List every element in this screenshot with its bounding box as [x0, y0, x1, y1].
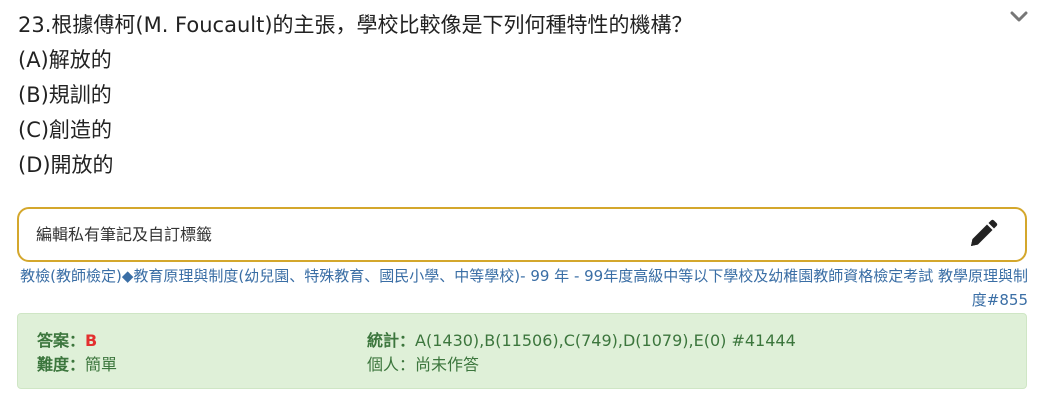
option-c: (C)創造的 — [18, 118, 113, 142]
question-block: 23.根據傅柯(M. Foucault)的主張，學校比較像是下列何種特性的機構？… — [18, 8, 998, 183]
answer-label: 答案： — [37, 331, 86, 350]
question-stem: 23.根據傅柯(M. Foucault)的主張，學校比較像是下列何種特性的機構？ — [18, 13, 693, 37]
option-b: (B)規訓的 — [18, 83, 112, 107]
stats-row: 統計：A(1430),B(11506),C(749),D(1079),E(0) … — [367, 330, 796, 352]
private-note-input[interactable]: 編輯私有筆記及自訂標籤 — [17, 207, 1027, 262]
breadcrumb-exam-title[interactable]: 99年度高級中等以下學校及幼稚園教師資格檢定考試 教學原理與制度#855 — [584, 267, 1028, 309]
answer-panel: 答案：B 難度：簡單 統計：A(1430),B(11506),C(749),D(… — [17, 313, 1027, 389]
breadcrumb-subject[interactable]: 教育原理與制度(幼兒園、特殊教育、國民小學、中等學校) — [133, 267, 520, 285]
answer-row: 答案：B — [37, 330, 97, 352]
note-placeholder: 編輯私有筆記及自訂標籤 — [36, 225, 213, 244]
option-a: (A)解放的 — [18, 48, 112, 72]
personal-row: 個人：尚未作答 — [367, 354, 479, 376]
pencil-icon[interactable] — [965, 218, 999, 252]
personal-label: 個人： — [367, 355, 416, 374]
difficulty-row: 難度：簡單 — [37, 354, 117, 376]
stats-value: A(1430),B(11506),C(749),D(1079),E(0) #41… — [415, 331, 796, 350]
difficulty-label: 難度： — [37, 355, 86, 374]
breadcrumb-category[interactable]: 教檢(教師檢定) — [20, 267, 122, 285]
breadcrumb-exam-prefix: - 99 年 - — [520, 267, 585, 285]
chevron-down-icon[interactable] — [1008, 6, 1030, 28]
option-d: (D)開放的 — [18, 153, 114, 177]
personal-value: 尚未作答 — [415, 355, 480, 374]
stats-label: 統計： — [367, 331, 416, 350]
difficulty-value: 簡單 — [85, 355, 118, 374]
breadcrumb: 教檢(教師檢定)◆教育原理與制度(幼兒園、特殊教育、國民小學、中等學校)- 99… — [18, 264, 1028, 312]
breadcrumb-separator: ◆ — [121, 267, 134, 285]
answer-value: B — [85, 331, 98, 350]
